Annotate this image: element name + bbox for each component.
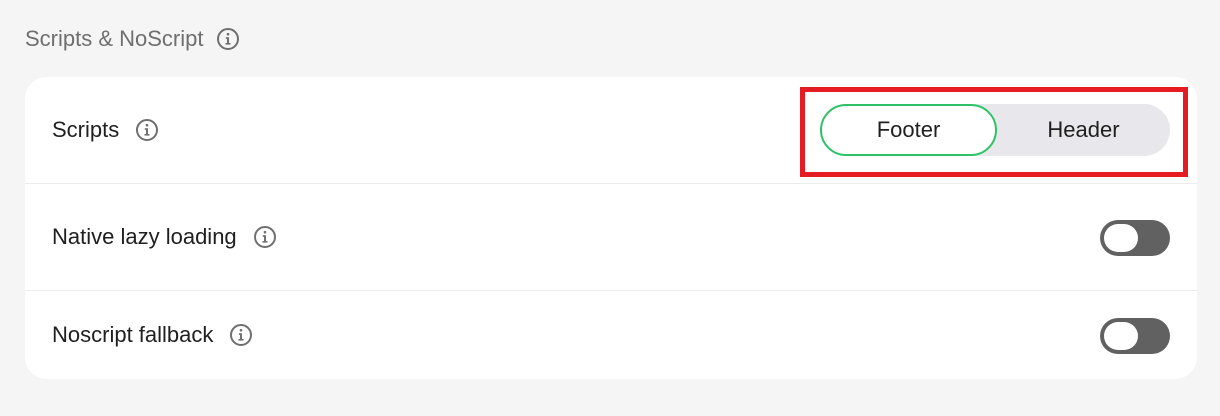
scripts-label-group: Scripts — [52, 117, 159, 143]
section-title: Scripts & NoScript — [25, 26, 204, 51]
toggle-knob — [1104, 224, 1138, 252]
scripts-position-segmented-control[interactable]: Footer Header — [820, 104, 1170, 156]
lazy-loading-label-group: Native lazy loading — [52, 224, 277, 250]
scripts-label: Scripts — [52, 117, 120, 142]
lazy-loading-label: Native lazy loading — [52, 224, 237, 249]
segment-footer[interactable]: Footer — [820, 104, 997, 156]
noscript-toggle[interactable] — [1100, 318, 1170, 354]
toggle-knob — [1104, 322, 1138, 350]
settings-card: Scripts Footer Header Native lazy loadin… — [25, 77, 1197, 379]
info-icon[interactable] — [229, 323, 253, 347]
lazy-loading-toggle[interactable] — [1100, 220, 1170, 256]
scripts-row: Scripts Footer Header — [25, 77, 1197, 183]
noscript-row: Noscript fallback — [25, 291, 1197, 379]
noscript-label: Noscript fallback — [52, 322, 214, 347]
info-icon[interactable] — [135, 118, 159, 142]
section-header: Scripts & NoScript — [25, 26, 240, 52]
info-icon[interactable] — [253, 225, 277, 249]
lazy-loading-row: Native lazy loading — [25, 184, 1197, 290]
info-icon[interactable] — [216, 27, 240, 51]
segment-header[interactable]: Header — [997, 104, 1170, 156]
noscript-label-group: Noscript fallback — [52, 322, 253, 348]
